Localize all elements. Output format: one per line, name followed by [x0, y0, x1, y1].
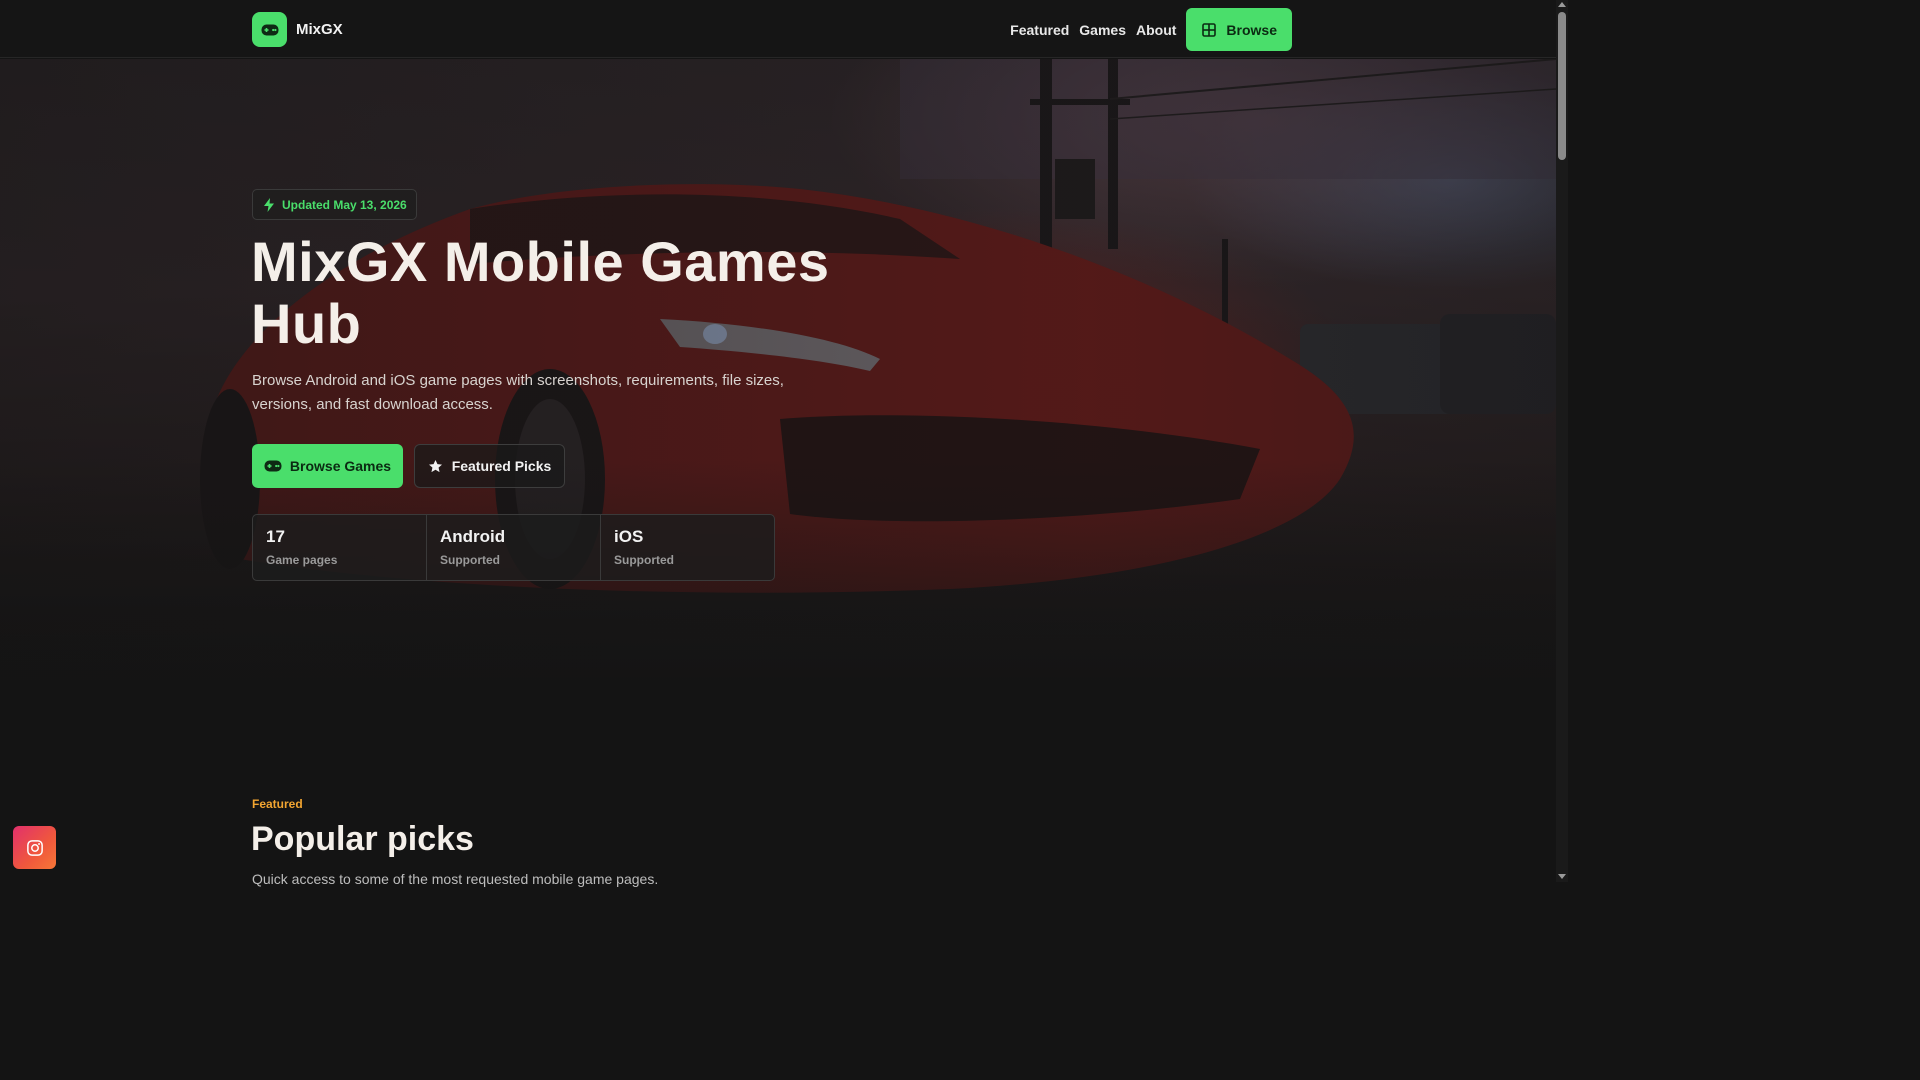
star-icon [428, 459, 442, 472]
scroll-up-arrow-icon[interactable] [1558, 2, 1566, 7]
browse-button[interactable]: Browse [1186, 8, 1292, 51]
stat-label: Supported [614, 553, 674, 567]
stat-value: 17 [266, 527, 285, 546]
scrollbar-thumb[interactable] [1558, 12, 1566, 160]
grid-icon [1202, 22, 1217, 37]
hero-section: Updated May 13, 2026 MixGX Mobile Games … [0, 59, 1556, 726]
stat-label: Game pages [266, 553, 338, 567]
hero-title: MixGX Mobile Games Hub [251, 230, 830, 355]
browse-games-button[interactable]: Browse Games [252, 444, 403, 488]
featured-picks-label: Featured Picks [451, 458, 552, 474]
stat-game-pages: 17 Game pages [253, 515, 427, 580]
section-description: Quick access to some of the most request… [252, 871, 659, 887]
brand[interactable]: MixGX [252, 12, 343, 47]
gamepad-icon [252, 12, 287, 47]
section-title: Popular picks [251, 820, 474, 858]
stat-label: Supported [440, 553, 500, 567]
stat-value: iOS [614, 527, 644, 546]
updated-badge: Updated May 13, 2026 [252, 189, 417, 220]
site-header: MixGX Featured Games About Browse [0, 0, 1556, 58]
main-nav: Featured Games About Browse [1010, 8, 1292, 51]
stat-value: Android [440, 527, 506, 546]
section-eyebrow: Featured [252, 797, 303, 811]
instagram-icon [26, 839, 43, 856]
nav-link-featured[interactable]: Featured [1010, 22, 1069, 38]
gamepad-icon [264, 460, 282, 472]
instagram-button[interactable] [13, 826, 56, 869]
bolt-icon [264, 197, 274, 212]
page-scrollbar[interactable] [1556, 0, 1568, 882]
updated-badge-text: Updated May 13, 2026 [282, 197, 407, 212]
stats-panel: 17 Game pages Android Supported iOS Supp… [252, 514, 775, 581]
nav-link-games[interactable]: Games [1079, 22, 1126, 38]
browse-button-label: Browse [1226, 21, 1277, 38]
brand-name: MixGX [296, 21, 343, 38]
stat-android: Android Supported [427, 515, 601, 580]
nav-link-about[interactable]: About [1136, 22, 1176, 38]
scroll-down-arrow-icon[interactable] [1558, 874, 1566, 879]
featured-picks-button[interactable]: Featured Picks [414, 444, 565, 488]
stat-ios: iOS Supported [601, 515, 774, 580]
hero-description: Browse Android and iOS game pages with s… [252, 372, 784, 413]
browse-games-label: Browse Games [289, 458, 392, 474]
